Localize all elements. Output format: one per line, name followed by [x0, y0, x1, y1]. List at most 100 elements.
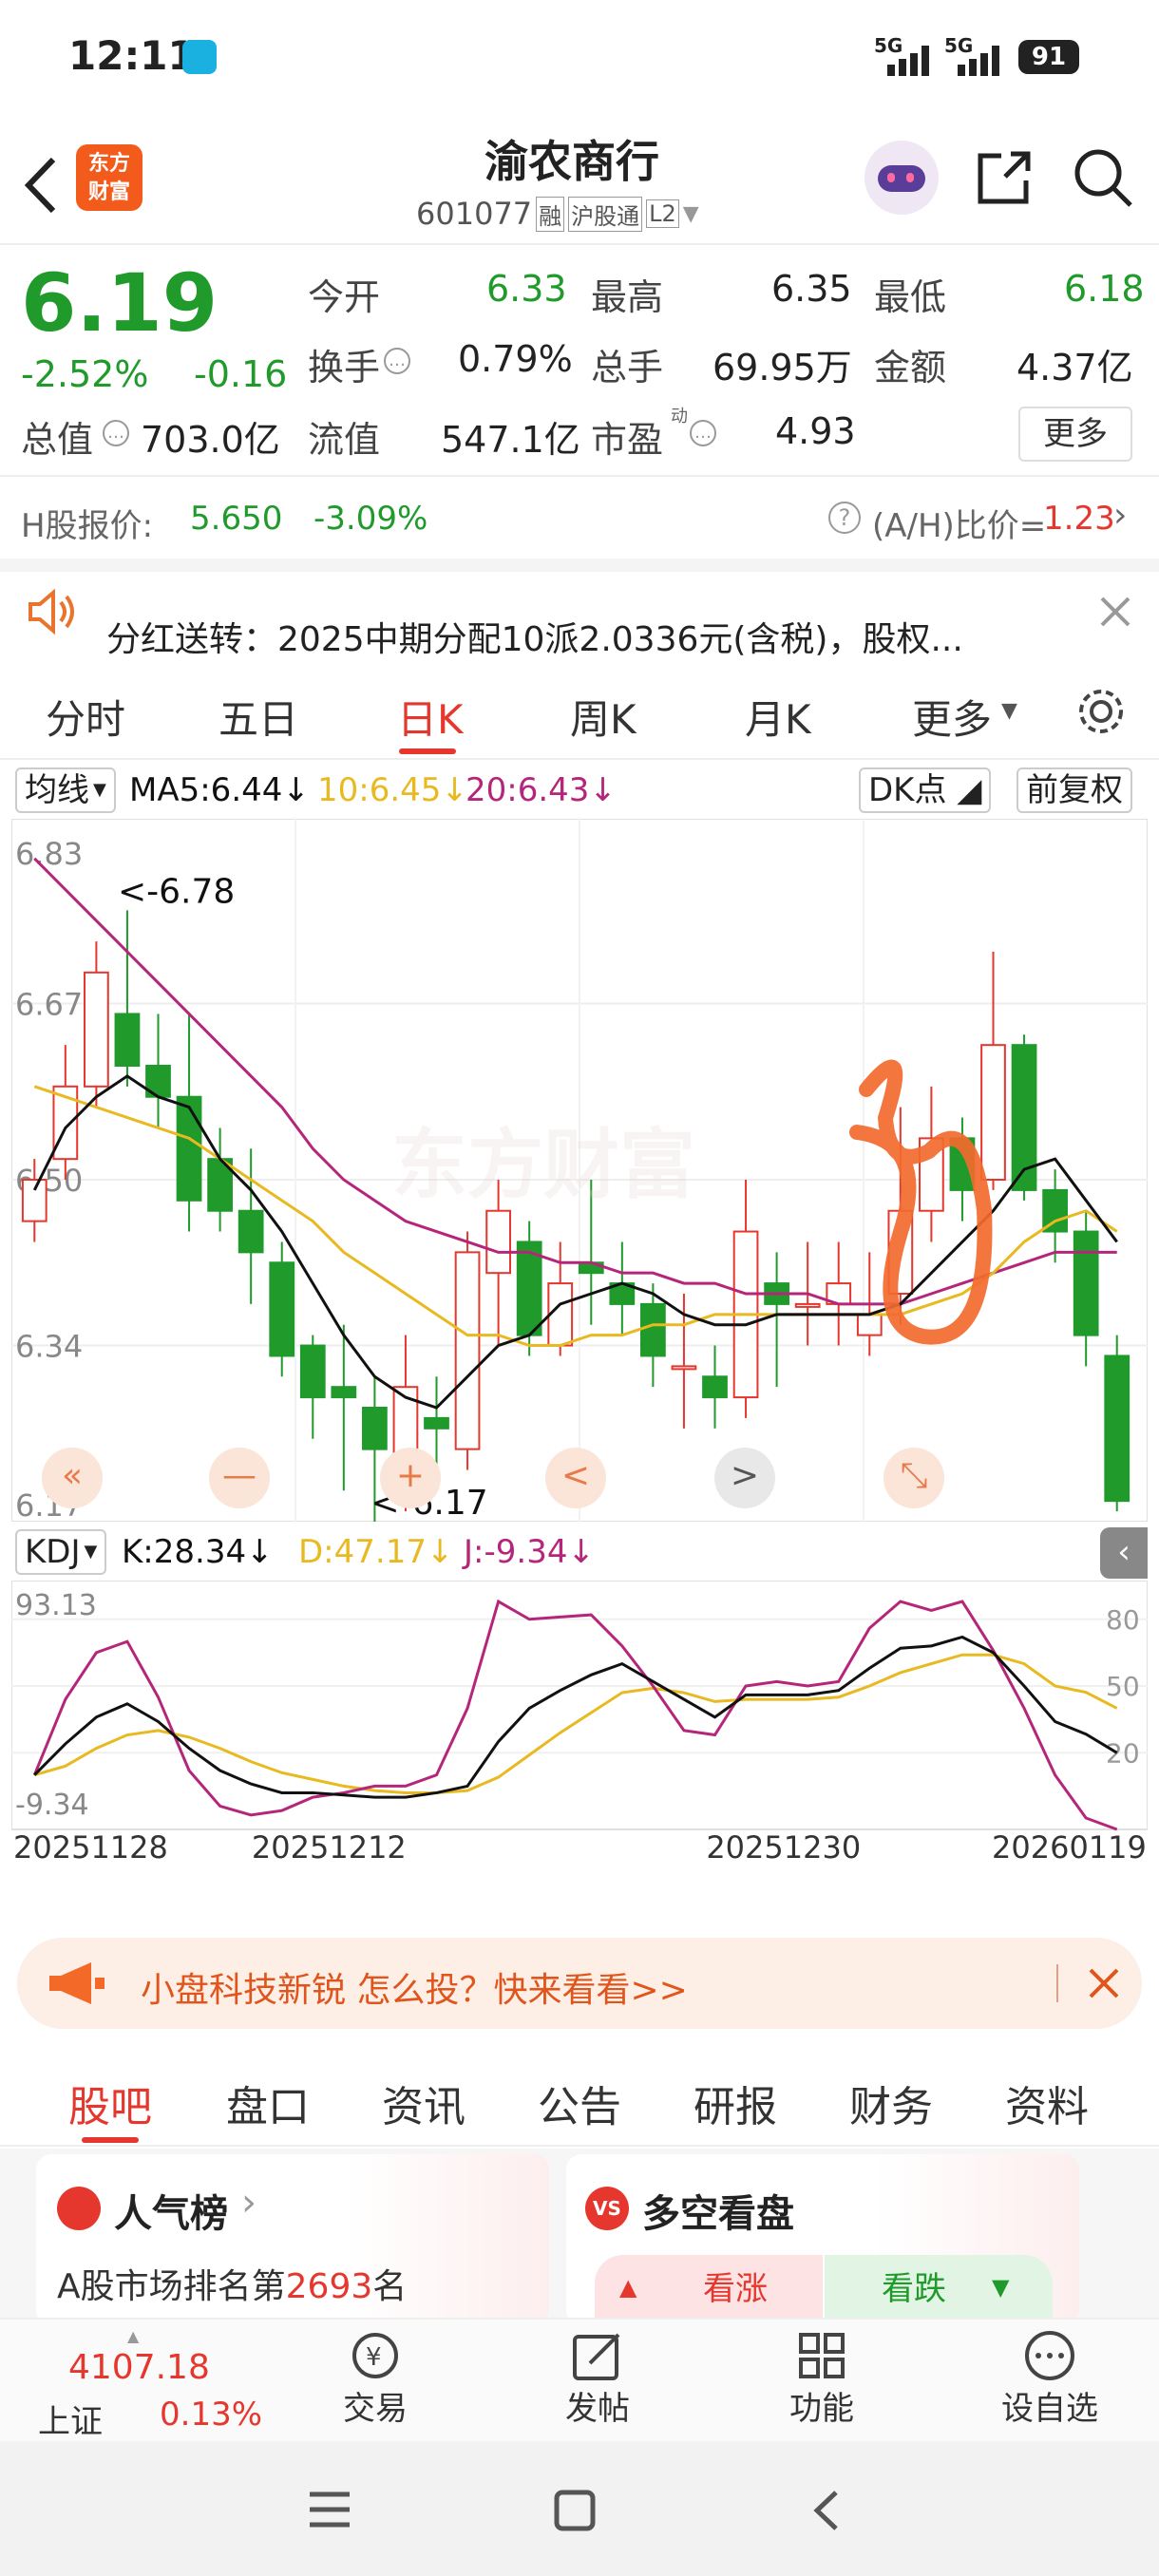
bull-bear-card[interactable]: VS 多空看盘 ▲ 看涨 看跌 ▼ — [566, 2154, 1079, 2325]
hgt-tag: 沪股通 — [568, 196, 643, 232]
arrow-up-icon: ▲ — [619, 2274, 637, 2301]
caret-up-icon: ▲ — [127, 2327, 140, 2345]
float-label: 流值 — [308, 419, 381, 461]
tab-research[interactable]: 研报 — [694, 2073, 777, 2133]
help-icon[interactable]: ? — [828, 502, 861, 534]
assistant-avatar[interactable] — [864, 141, 939, 215]
info-icon[interactable]: … — [103, 420, 129, 446]
hshare-row[interactable]: H股报价: 5.650 -3.09% ? (A/H)比价= 1.23 › — [0, 477, 1159, 559]
x-axis-date-label: 20251212 — [252, 1829, 407, 1866]
info-icon[interactable]: … — [384, 348, 410, 374]
active-tab-indicator — [399, 748, 456, 754]
tab-news[interactable]: 资讯 — [382, 2073, 466, 2133]
tab-guba[interactable]: 股吧 — [68, 2073, 152, 2133]
ma20-label: 20:6.43↓ — [466, 771, 617, 809]
ah-ratio-value: 1.23 — [1043, 500, 1115, 538]
post-button[interactable]: 发帖 — [545, 2329, 650, 2439]
mktcap-value: 703.0亿 — [141, 419, 280, 461]
candle-body — [454, 1251, 481, 1450]
hshare-label: H股报价: — [21, 507, 154, 545]
tab-daily-k[interactable]: 日K — [397, 688, 464, 746]
close-icon[interactable] — [1085, 1964, 1123, 2002]
y-tick-label: 6.34 — [15, 1329, 83, 1365]
tab-weekly-k[interactable]: 周K — [570, 688, 636, 746]
indicator-selector-label: KDJ — [25, 1533, 81, 1571]
stock-code-row[interactable]: 601077 融 沪股通 L2 ▼ — [416, 196, 699, 232]
more-quote-button[interactable]: 更多 — [1018, 407, 1132, 462]
close-icon[interactable] — [1096, 593, 1134, 631]
share-icon[interactable] — [973, 146, 1036, 209]
index-name: 上证 — [38, 2403, 103, 2441]
fullscreen-button[interactable]: ⤡ — [884, 1448, 944, 1508]
high-value: 6.35 — [771, 268, 852, 310]
zoom-in-button[interactable]: + — [380, 1448, 441, 1508]
info-icon[interactable]: … — [690, 420, 716, 446]
candle-body — [856, 1313, 883, 1336]
period-tabs: 分时 五日 日K 周K 月K 更多 ▼ — [0, 665, 1159, 760]
kdj-chart[interactable]: 80 50 20 93.13 -9.34 20251128 20251212 20251230… — [11, 1581, 1148, 1866]
candle-body — [980, 1044, 1006, 1181]
index-quote[interactable]: ▲ 4107.18 上证 0.13% — [19, 2327, 266, 2441]
indicator-selector[interactable]: KDJ ▼ — [15, 1529, 107, 1575]
dk-point-button[interactable]: DK点 ◢ — [859, 767, 992, 813]
pe-value: 4.93 — [775, 410, 856, 452]
home-icon[interactable] — [553, 2489, 597, 2532]
candle-body — [671, 1365, 697, 1371]
bear-button[interactable]: 看跌 ▼ — [825, 2255, 1053, 2325]
speaker-icon — [28, 588, 74, 635]
search-icon[interactable] — [1072, 146, 1134, 209]
collapse-panel-button[interactable]: ‹ — [1100, 1527, 1148, 1579]
function-button[interactable]: 功能 — [770, 2329, 874, 2439]
index-percent: 0.13% — [160, 2396, 263, 2434]
back-icon[interactable] — [808, 2487, 846, 2534]
candle-body — [176, 1095, 202, 1202]
next-button[interactable]: > — [714, 1448, 775, 1508]
tab-profile[interactable]: 资料 — [1005, 2073, 1089, 2133]
amount-value: 4.37亿 — [1016, 347, 1133, 388]
gear-icon[interactable] — [1074, 684, 1129, 739]
tab-timeshare[interactable]: 分时 — [46, 688, 125, 746]
ma-selector[interactable]: 均线 ▼ — [15, 767, 116, 813]
notice-bar[interactable]: 分红送转：2025中期分配10派2.0336元(含税)，股权... — [0, 572, 1159, 676]
tab-pankou[interactable]: 盘口 — [226, 2073, 310, 2133]
kdj-svg: 80 50 20 93.13 -9.34 20251128 20251212 20251230… — [11, 1581, 1148, 1866]
tab-monthly-k[interactable]: 月K — [745, 688, 811, 746]
volume-label: 总手 — [591, 347, 664, 388]
promo-banner[interactable]: 小盘科技新锐 怎么投？快来看看>> — [17, 1938, 1142, 2029]
eastmoney-logo: 东方 财富 — [76, 144, 142, 211]
bull-button[interactable]: ▲ 看涨 — [595, 2255, 823, 2325]
candle-body — [1073, 1230, 1099, 1336]
bear-label: 看跌 — [882, 2270, 946, 2308]
tab-five-day[interactable]: 五日 — [218, 688, 298, 746]
info-tabs: 股吧 盘口 资讯 公告 研报 财务 资料 — [0, 2052, 1159, 2147]
kdj-d-label: D:47.17↓ — [298, 1533, 454, 1571]
tab-announcements[interactable]: 公告 — [538, 2073, 621, 2133]
trade-button[interactable]: ¥ 交易 — [323, 2329, 428, 2439]
kdj-row: KDJ ▼ K:28.34↓ D:47.17↓ J:-9.34↓ ‹ — [0, 1524, 1159, 1581]
kdj-k-label: K:28.34↓ — [122, 1533, 274, 1571]
candle-body — [547, 1282, 574, 1347]
tab-more[interactable]: 更多 — [912, 688, 992, 746]
kline-chart[interactable]: 6.83 6.67 6.50 6.34 6.17 <-6.78 <-6.17 东方财富 « … — [11, 819, 1148, 1522]
menu-icon[interactable] — [306, 2489, 353, 2530]
high-label: 最高 — [591, 276, 664, 318]
ma5-label: MA5:6.44↓ — [129, 771, 310, 809]
battery-level: 91 — [1018, 40, 1079, 74]
adjust-mode-button[interactable]: 前复权 — [1016, 767, 1132, 813]
zoom-out-button[interactable]: — — [209, 1448, 270, 1508]
scroll-left-fast-button[interactable]: « — [42, 1448, 103, 1508]
popularity-card[interactable]: 人气榜 › A股市场排名第2693名 — [36, 2154, 549, 2325]
tab-finance[interactable]: 财务 — [849, 2073, 933, 2133]
candle-body — [362, 1407, 388, 1450]
mktcap-label: 总值 — [21, 419, 94, 461]
prev-button[interactable]: < — [545, 1448, 606, 1508]
low-label: 最低 — [874, 276, 947, 318]
back-arrow-icon[interactable] — [17, 152, 65, 218]
add-watchlist-button[interactable]: 设自选 — [988, 2329, 1112, 2439]
candle-body — [1104, 1354, 1130, 1503]
candle-body — [238, 1209, 264, 1254]
candle-body — [640, 1302, 666, 1357]
ma-row: 均线 ▼ MA5:6.44↓ 10:6.45↓ 20:6.43↓ DK点 ◢ 前复… — [0, 760, 1159, 819]
open-value: 6.33 — [486, 268, 567, 310]
change-amount: -0.16 — [194, 353, 288, 395]
